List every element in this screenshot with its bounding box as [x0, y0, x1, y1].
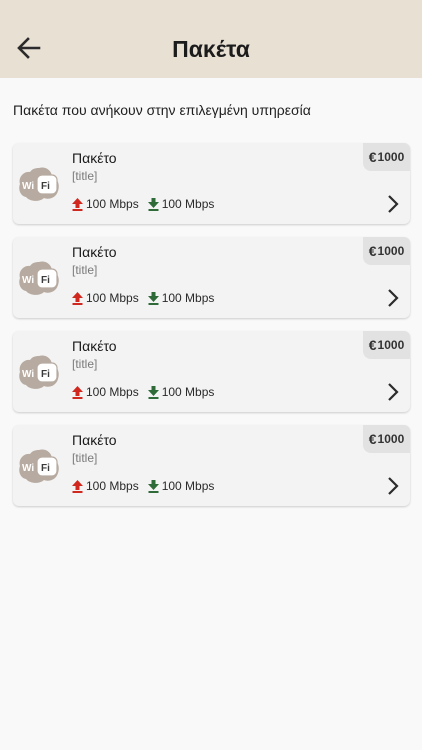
- download-speed: 100 Mbps: [147, 197, 215, 211]
- price-badge: €1000: [363, 143, 410, 171]
- currency-symbol: €: [368, 337, 377, 353]
- price-value: 1000: [377, 150, 405, 164]
- download-speed-value: 100 Mbps: [161, 385, 215, 399]
- package-title: [title]: [72, 451, 98, 465]
- wifi-logo-left: Wi: [22, 181, 34, 192]
- wifi-logo-right: Fi: [41, 463, 50, 474]
- package-name: Πακέτο: [72, 150, 117, 166]
- package-name: Πακέτο: [72, 244, 117, 260]
- price-badge: €1000: [363, 425, 410, 453]
- chevron-right-icon: [388, 383, 399, 401]
- currency-symbol: €: [368, 243, 377, 259]
- price-badge: €1000: [363, 237, 410, 265]
- wifi-logo-left: Wi: [22, 275, 34, 286]
- package-card[interactable]: Wi Fi Πακέτο [title] 100 Mbps 100 Mbps €…: [13, 143, 410, 224]
- upload-arrow-icon: [72, 197, 83, 211]
- section-subtitle: Πακέτα που ανήκουν στην επιλεγμένη υπηρε…: [13, 102, 311, 118]
- chevron-right-icon: [388, 289, 399, 307]
- upload-speed-value: 100 Mbps: [86, 479, 139, 493]
- price-value: 1000: [377, 244, 405, 258]
- price-badge: €1000: [363, 331, 410, 359]
- app-header: Πακέτα: [0, 0, 422, 78]
- upload-speed: 100 Mbps: [72, 385, 139, 399]
- upload-arrow-icon: [72, 385, 83, 399]
- download-speed-value: 100 Mbps: [161, 479, 215, 493]
- upload-speed: 100 Mbps: [72, 197, 139, 211]
- package-card[interactable]: Wi Fi Πακέτο [title] 100 Mbps 100 Mbps €…: [13, 425, 410, 506]
- package-name: Πακέτο: [72, 432, 117, 448]
- price-value: 1000: [377, 432, 405, 446]
- download-arrow-icon: [147, 385, 159, 399]
- package-card[interactable]: Wi Fi Πακέτο [title] 100 Mbps 100 Mbps €…: [13, 237, 410, 318]
- package-name: Πακέτο: [72, 338, 117, 354]
- download-speed-value: 100 Mbps: [161, 197, 215, 211]
- upload-speed-value: 100 Mbps: [86, 291, 139, 305]
- chevron-right-icon: [388, 477, 399, 495]
- download-speed-value: 100 Mbps: [161, 291, 215, 305]
- page-title: Πακέτα: [172, 36, 250, 62]
- package-speeds: 100 Mbps 100 Mbps: [72, 290, 223, 306]
- wifi-logo-icon: Wi Fi: [19, 355, 59, 389]
- wifi-logo-right: Fi: [41, 181, 50, 192]
- wifi-logo-left: Wi: [22, 463, 34, 474]
- wifi-logo-icon: Wi Fi: [19, 449, 59, 483]
- download-speed: 100 Mbps: [147, 291, 215, 305]
- chevron-right-icon: [388, 195, 399, 213]
- package-speeds: 100 Mbps 100 Mbps: [72, 196, 223, 212]
- upload-speed: 100 Mbps: [72, 479, 139, 493]
- package-card[interactable]: Wi Fi Πακέτο [title] 100 Mbps 100 Mbps €…: [13, 331, 410, 412]
- currency-symbol: €: [368, 149, 377, 165]
- package-title: [title]: [72, 263, 98, 277]
- package-title: [title]: [72, 357, 98, 371]
- upload-arrow-icon: [72, 291, 83, 305]
- price-value: 1000: [377, 338, 405, 352]
- upload-speed: 100 Mbps: [72, 291, 139, 305]
- wifi-logo-right: Fi: [41, 369, 50, 380]
- package-list: Wi Fi Πακέτο [title] 100 Mbps 100 Mbps €…: [13, 143, 410, 519]
- package-title: [title]: [72, 169, 98, 183]
- wifi-logo-right: Fi: [41, 275, 50, 286]
- download-arrow-icon: [147, 197, 159, 211]
- wifi-logo-icon: Wi Fi: [19, 261, 59, 295]
- wifi-logo-left: Wi: [22, 369, 34, 380]
- download-speed: 100 Mbps: [147, 479, 215, 493]
- wifi-logo-icon: Wi Fi: [19, 167, 59, 201]
- upload-speed-value: 100 Mbps: [86, 385, 139, 399]
- download-speed: 100 Mbps: [147, 385, 215, 399]
- upload-arrow-icon: [72, 479, 83, 493]
- currency-symbol: €: [368, 431, 377, 447]
- download-arrow-icon: [147, 291, 159, 305]
- download-arrow-icon: [147, 479, 159, 493]
- package-speeds: 100 Mbps 100 Mbps: [72, 384, 223, 400]
- package-speeds: 100 Mbps 100 Mbps: [72, 478, 223, 494]
- upload-speed-value: 100 Mbps: [86, 197, 139, 211]
